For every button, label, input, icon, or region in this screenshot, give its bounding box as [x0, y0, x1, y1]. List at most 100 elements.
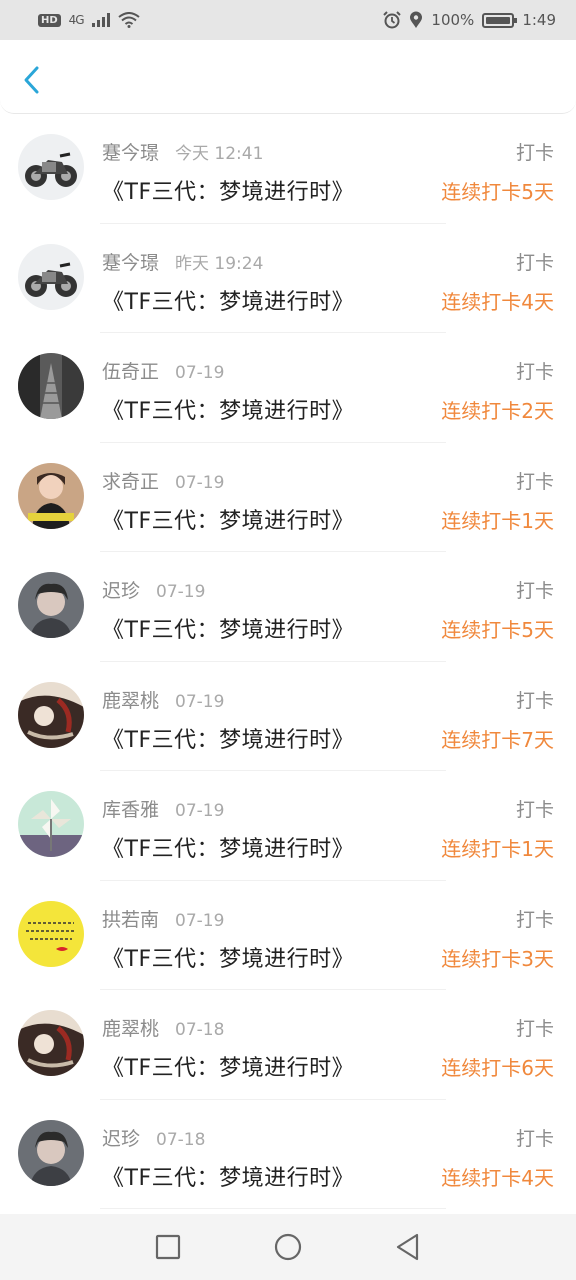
book-title[interactable]: 《TF三代：梦境进行时》 — [102, 941, 354, 973]
circle-icon — [274, 1233, 302, 1261]
timestamp: 今天 12:41 — [175, 144, 264, 164]
timestamp: 07-19 — [175, 801, 225, 821]
name-line: 鹿翠桃 07-18 — [102, 1014, 224, 1041]
book-title[interactable]: 《TF三代：梦境进行时》 — [102, 174, 354, 206]
streak-label: 连续打卡7天 — [441, 727, 554, 752]
list-item[interactable]: 求奇正 07-19 打卡 《TF三代：梦境进行时》 连续打卡1天 — [0, 443, 576, 552]
wifi-icon — [117, 12, 140, 28]
checkin-tag: 打卡 — [515, 689, 554, 712]
list-item[interactable]: 蹇今璟 昨天 19:24 打卡《TF三代：梦境进行时》 连续打卡4天 — [0, 224, 576, 333]
streak-label: 连续打卡4天 — [441, 289, 554, 314]
home-button[interactable] — [273, 1232, 303, 1262]
user-name[interactable]: 求奇正 — [102, 467, 159, 494]
avatar[interactable] — [18, 572, 84, 638]
book-title[interactable]: 《TF三代：梦境进行时》 — [102, 1050, 354, 1082]
timestamp: 07-19 — [175, 472, 225, 493]
checkin-tag: 打卡 — [515, 142, 554, 164]
square-icon — [155, 1234, 181, 1260]
triangle-back-icon — [396, 1233, 419, 1261]
checkin-tag: 打卡 — [515, 470, 554, 493]
user-name[interactable]: 伍奇正 — [102, 357, 159, 384]
user-name[interactable]: 蹇今璟 — [102, 138, 159, 165]
system-nav-bar — [0, 1214, 576, 1280]
chevron-left-icon — [24, 66, 39, 94]
list-item[interactable]: 鹿翠桃 07-19 打卡《TF三代：梦境进行时》 连续打卡7天 — [0, 662, 576, 771]
book-title[interactable]: 《TF三代：梦境进行时》 — [102, 284, 354, 316]
book-title[interactable]: 《TF三代：梦境进行时》 — [102, 612, 354, 644]
app-header — [0, 40, 576, 114]
avatar[interactable] — [18, 1119, 84, 1186]
avatar[interactable] — [18, 462, 84, 529]
status-bar: HD 4G 100% 1:49 — [0, 0, 576, 40]
checkin-tag: 打卡 — [515, 580, 554, 602]
checkin-tag: 打卡 — [515, 361, 554, 383]
timestamp: 07-19 — [175, 691, 225, 712]
name-line: 迟珍 07-19 — [102, 576, 205, 603]
divider — [100, 1208, 446, 1209]
streak-label: 连续打卡4天 — [441, 1165, 554, 1190]
user-name[interactable]: 拱若南 — [102, 905, 159, 932]
name-line: 蹇今璟 昨天 19:24 — [102, 248, 263, 275]
name-line: 库香雅 07-19 — [102, 795, 224, 822]
streak-label: 连续打卡2天 — [441, 399, 554, 423]
name-line: 蹇今璟 今天 12:41 — [102, 138, 263, 165]
avatar[interactable] — [18, 353, 84, 419]
user-name[interactable]: 鹿翠桃 — [102, 1014, 159, 1041]
checkin-tag: 打卡 — [515, 251, 554, 274]
name-line: 迟珍 07-18 — [102, 1124, 205, 1151]
name-line: 拱若南 07-19 — [102, 905, 224, 932]
checkin-tag: 打卡 — [515, 1127, 554, 1150]
avatar[interactable] — [18, 791, 84, 857]
user-name[interactable]: 鹿翠桃 — [102, 686, 159, 713]
timestamp: 07-19 — [175, 910, 225, 931]
timestamp: 07-18 — [175, 1020, 225, 1040]
signal-icon — [91, 13, 110, 27]
list-item[interactable]: 鹿翠桃 07-18 打卡《TF三代：梦境进行时》 连续打卡6天 — [0, 990, 576, 1100]
list-item[interactable]: 蹇今璟 今天 12:41 打卡《TF三代：梦境进行时》 连续打卡5天 — [0, 114, 576, 224]
checkin-tag: 打卡 — [515, 1018, 554, 1040]
list-item[interactable]: 库香雅 07-19 打卡 《TF三代：梦境进行时》 连续打卡1天 — [0, 771, 576, 881]
back-button[interactable] — [18, 64, 46, 96]
list-item[interactable]: 拱若南 07-19 打卡《TF三代：梦境进行时》 连续打卡3天 — [0, 881, 576, 990]
avatar[interactable] — [18, 243, 84, 310]
recent-apps-button[interactable] — [153, 1232, 183, 1262]
list-item[interactable]: 迟珍 07-18 打卡《TF三代：梦境进行时》 连续打卡4天 — [0, 1100, 576, 1209]
name-line: 鹿翠桃 07-19 — [102, 686, 224, 713]
avatar[interactable] — [18, 134, 84, 200]
book-title[interactable]: 《TF三代：梦境进行时》 — [102, 722, 354, 754]
book-title[interactable]: 《TF三代：梦境进行时》 — [102, 503, 354, 535]
timestamp: 07-18 — [156, 1129, 206, 1150]
network-label: 4G — [68, 13, 85, 27]
clock: 1:49 — [522, 11, 556, 29]
battery-percent: 100% — [431, 11, 475, 29]
checkin-tag: 打卡 — [515, 908, 554, 931]
user-name[interactable]: 库香雅 — [102, 795, 159, 822]
user-name[interactable]: 迟珍 — [102, 1124, 140, 1151]
streak-label: 连续打卡1天 — [441, 837, 554, 861]
alarm-icon — [383, 11, 402, 29]
user-name[interactable]: 迟珍 — [102, 576, 140, 603]
book-title[interactable]: 《TF三代：梦境进行时》 — [102, 1160, 354, 1192]
name-line: 求奇正 07-19 — [102, 467, 224, 494]
avatar[interactable] — [18, 1010, 84, 1076]
name-line: 伍奇正 07-19 — [102, 357, 224, 384]
streak-label: 连续打卡3天 — [441, 946, 554, 971]
location-icon — [410, 11, 423, 28]
streak-label: 连续打卡5天 — [441, 180, 554, 204]
book-title[interactable]: 《TF三代：梦境进行时》 — [102, 393, 354, 425]
nav-back-button[interactable] — [393, 1232, 423, 1262]
list-item[interactable]: 迟珍 07-19 打卡《TF三代：梦境进行时》 连续打卡5天 — [0, 552, 576, 662]
avatar[interactable] — [18, 681, 84, 748]
battery-icon — [482, 12, 518, 28]
list-item[interactable]: 伍奇正 07-19 打卡《TF三代：梦境进行时》 连续打卡2天 — [0, 333, 576, 443]
hd-badge: HD — [38, 13, 61, 27]
avatar[interactable] — [18, 900, 84, 967]
streak-label: 连续打卡6天 — [441, 1056, 554, 1080]
timestamp: 07-19 — [156, 582, 206, 602]
streak-label: 连续打卡5天 — [441, 618, 554, 642]
timestamp: 昨天 19:24 — [175, 253, 264, 274]
checkin-list: 蹇今璟 今天 12:41 打卡 《TF三代：梦境进行时》 连续打卡5天 蹇今璟 昨天 19:… — [0, 114, 576, 1214]
book-title[interactable]: 《TF三代：梦境进行时》 — [102, 831, 354, 863]
timestamp: 07-19 — [175, 363, 225, 383]
user-name[interactable]: 蹇今璟 — [102, 248, 159, 275]
